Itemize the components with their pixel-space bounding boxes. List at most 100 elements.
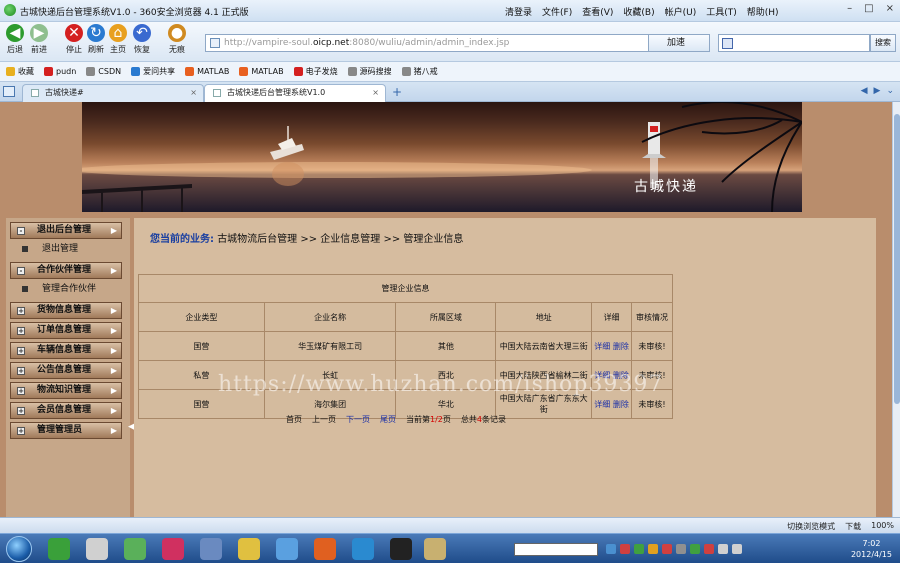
bookmark-codesoso[interactable]: 源码搜搜 xyxy=(347,66,392,77)
expand-icon: + xyxy=(17,347,25,355)
tray-icon[interactable] xyxy=(676,544,686,554)
page-icon xyxy=(210,38,220,48)
pager-next[interactable]: 下一页 xyxy=(346,414,370,425)
taskbar-app-icon[interactable] xyxy=(276,538,298,560)
menu-help[interactable]: 帮助(H) xyxy=(747,5,779,18)
speed-up-button[interactable]: 加速 xyxy=(648,34,710,52)
restore-button[interactable]: ↶ 恢复 xyxy=(130,24,154,55)
bookmark-zbj[interactable]: 猪八戒 xyxy=(401,66,438,77)
submenu-manage-partners[interactable]: 管理合作伙伴 xyxy=(20,282,120,297)
tray-icon[interactable] xyxy=(662,544,672,554)
taskbar-app-icon[interactable] xyxy=(200,538,222,560)
bookmark-favorites[interactable]: 收藏 xyxy=(6,66,34,77)
bookmark-iask[interactable]: 爱问共享 xyxy=(131,66,175,77)
bookmark-pudn[interactable]: pudn xyxy=(44,67,76,76)
tray-icon[interactable] xyxy=(648,544,658,554)
bookmark-matlab-1[interactable]: MATLAB xyxy=(185,67,229,76)
clock[interactable]: 7:02 2012/4/15 xyxy=(851,538,892,560)
vertical-scrollbar[interactable] xyxy=(892,102,900,517)
new-tab-icon[interactable]: + xyxy=(392,85,402,99)
tray-icon[interactable] xyxy=(634,544,644,554)
banner-logo-text: 古城快递 xyxy=(634,179,698,195)
start-button[interactable] xyxy=(6,536,32,562)
maximize-icon[interactable]: □ xyxy=(864,3,873,14)
stop-button[interactable]: ✕ 停止 xyxy=(62,24,86,55)
menu-file[interactable]: 文件(F) xyxy=(542,5,572,18)
bookmark-matlab-2[interactable]: MATLAB xyxy=(239,67,284,76)
tab-scroll-left-icon[interactable]: ◀ xyxy=(861,86,868,96)
taskbar-browser-icon[interactable] xyxy=(352,538,374,560)
menu-view[interactable]: 查看(V) xyxy=(582,5,613,18)
taskbar-qq-icon[interactable] xyxy=(390,538,412,560)
home-button[interactable]: ⌂ 主页 xyxy=(106,24,130,55)
refresh-button[interactable]: ↻ 刷新 xyxy=(84,24,108,55)
back-button[interactable]: ◀ 后退 xyxy=(3,24,27,55)
tray-icon[interactable] xyxy=(704,544,714,554)
browse-mode-toggle[interactable]: 切换浏览模式 xyxy=(787,521,835,532)
bookmark-elecfans[interactable]: 电子发烧 xyxy=(293,66,338,77)
tab-list-icon[interactable]: ⌄ xyxy=(886,86,894,96)
menu-login[interactable]: 清登录 xyxy=(505,5,532,18)
delete-link[interactable]: 删除 xyxy=(613,342,629,351)
pager-first[interactable]: 首页 xyxy=(286,414,302,425)
address-bar[interactable]: http://vampire-soul.oicp.net:8080/wuliu/… xyxy=(205,34,665,52)
menu-partner-manage[interactable]: - 合作伙伴管理 ▶ xyxy=(10,262,122,279)
search-input[interactable] xyxy=(718,34,870,52)
tray-icon[interactable] xyxy=(620,544,630,554)
col-header-status: 审核情况 xyxy=(631,302,673,332)
pager-prev[interactable]: 上一页 xyxy=(312,414,336,425)
enterprise-table: 管理企业信息 企业类型 企业名称 所属区域 地址 详细 审核情况 国营 华玉煤矿… xyxy=(138,274,673,419)
tray-icon[interactable] xyxy=(690,544,700,554)
main-content: 您当前的业务: 古城物流后台管理 >> 企业信息管理 >> 管理企业信息 管理企… xyxy=(134,218,876,517)
minimize-icon[interactable]: – xyxy=(847,3,852,14)
sidebar-toggle-icon[interactable] xyxy=(3,86,15,97)
taskbar-app-icon[interactable] xyxy=(124,538,146,560)
status-items: 切换浏览模式 下载 100% xyxy=(787,521,894,532)
bookmark-csdn[interactable]: CSDN xyxy=(86,67,121,76)
menu-vehicle-info[interactable]: + 车辆信息管理 ▶ xyxy=(10,342,122,359)
menu-exit-admin[interactable]: - 退出后台管理 ▶ xyxy=(10,222,122,239)
delete-link[interactable]: 删除 xyxy=(613,400,629,409)
taskbar-folder-icon[interactable] xyxy=(424,538,446,560)
menu-order-info[interactable]: + 订单信息管理 ▶ xyxy=(10,322,122,339)
network-icon[interactable] xyxy=(718,544,728,554)
cell-status[interactable]: 未审核! xyxy=(631,331,673,361)
incognito-button[interactable]: ● 无痕 xyxy=(165,24,189,55)
tab-gucheng-home[interactable]: 古城快递# × xyxy=(22,84,204,102)
submenu-exit-manage[interactable]: 退出管理 xyxy=(20,242,120,257)
search-button[interactable]: 搜索 xyxy=(870,34,896,52)
windows-taskbar: 7:02 2012/4/15 xyxy=(0,533,900,563)
detail-link[interactable]: 详细 xyxy=(594,342,610,351)
taskbar-app-icon[interactable] xyxy=(48,538,70,560)
menu-favorites[interactable]: 收藏(B) xyxy=(623,5,654,18)
tab-admin-system[interactable]: 古城快递后台管理系统V1.0 × xyxy=(204,84,386,102)
close-icon[interactable]: × xyxy=(886,3,894,14)
volume-icon[interactable] xyxy=(732,544,742,554)
download-button[interactable]: 下载 xyxy=(845,521,861,532)
menu-tools[interactable]: 工具(T) xyxy=(706,5,737,18)
tab-scroll-right-icon[interactable]: ▶ xyxy=(874,86,881,96)
pager-last[interactable]: 尾页 xyxy=(380,414,396,425)
tab-close-icon[interactable]: × xyxy=(190,85,197,101)
taskbar-matlab-icon[interactable] xyxy=(314,538,336,560)
star-icon xyxy=(6,67,15,76)
tray-icon[interactable] xyxy=(606,544,616,554)
taskbar-app-icon[interactable] xyxy=(86,538,108,560)
menu-notice-info[interactable]: + 公告信息管理 ▶ xyxy=(10,362,122,379)
taskbar-app-icon[interactable] xyxy=(238,538,260,560)
taskbar-search-input[interactable] xyxy=(514,543,598,556)
forward-button[interactable]: ▶ 前进 xyxy=(27,24,51,55)
taskbar-app-icon[interactable] xyxy=(162,538,184,560)
menu-admin-manage[interactable]: + 管理管理员 ▶ xyxy=(10,422,122,439)
search-engine-icon[interactable] xyxy=(722,38,733,49)
detail-link[interactable]: 详细 xyxy=(594,400,610,409)
browser-menu-bar: 清登录 文件(F) 查看(V) 收藏(B) 帐户(U) 工具(T) 帮助(H) xyxy=(505,5,779,18)
menu-logistics-knowledge[interactable]: + 物流知识管理 ▶ xyxy=(10,382,122,399)
pager-total: 总共4条记录 xyxy=(460,415,506,424)
menu-member-info[interactable]: + 会员信息管理 ▶ xyxy=(10,402,122,419)
tab-close-icon[interactable]: × xyxy=(372,85,379,101)
menu-account[interactable]: 帐户(U) xyxy=(665,5,697,18)
menu-goods-info[interactable]: + 货物信息管理 ▶ xyxy=(10,302,122,319)
scrollbar-thumb[interactable] xyxy=(894,114,900,404)
zoom-level[interactable]: 100% xyxy=(871,521,894,532)
